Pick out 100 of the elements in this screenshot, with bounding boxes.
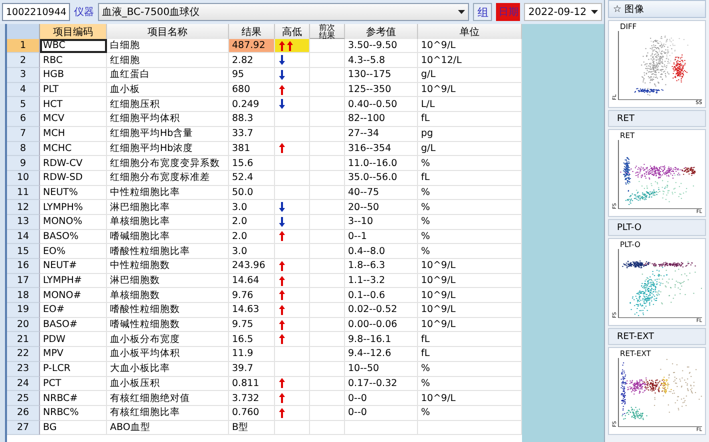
- down-arrow-icon: [279, 216, 285, 227]
- table-cell: 单核细胞数: [107, 288, 229, 304]
- column-header[interactable]: 单位: [418, 24, 522, 40]
- table-cell: MONO#: [40, 288, 107, 304]
- date-label: 日期: [496, 3, 520, 21]
- plot-header[interactable]: RET: [608, 110, 706, 127]
- row-number[interactable]: 21: [7, 332, 40, 348]
- table-cell: fL: [418, 347, 522, 362]
- row-number[interactable]: 17: [7, 274, 40, 288]
- table-cell: [310, 112, 345, 127]
- table-cell: 0--1: [345, 230, 418, 244]
- group-button[interactable]: 组: [473, 3, 492, 21]
- table-cell: 白细胞: [107, 38, 229, 54]
- row-number[interactable]: 20: [7, 318, 40, 332]
- table-cell: 红细胞平均Hb浓度: [107, 142, 229, 156]
- table-cell: 0.249: [229, 97, 275, 112]
- up-arrow-icon: [279, 378, 285, 388]
- table-cell: [310, 186, 345, 200]
- table-cell: 红细胞分布宽度变异系数: [107, 156, 229, 171]
- row-number[interactable]: 25: [7, 391, 40, 406]
- table-cell: 95: [229, 68, 275, 83]
- dropdown-caret-icon: [591, 10, 598, 14]
- row-number[interactable]: 10: [7, 170, 40, 186]
- table-cell: fL: [418, 112, 522, 127]
- table-cell: 中性粒细胞数: [107, 259, 229, 274]
- table-cell: 血小板压积: [107, 376, 229, 392]
- table-cell: %: [418, 244, 522, 259]
- row-number[interactable]: 2: [7, 53, 40, 68]
- table-cell: 红细胞: [107, 53, 229, 68]
- row-number[interactable]: 13: [7, 214, 40, 230]
- table-cell: [310, 170, 345, 186]
- table-cell: 125--350: [345, 82, 418, 98]
- table-cell: 嗜酸性粒细胞数: [107, 303, 229, 318]
- up-arrow-icon: [279, 260, 285, 271]
- down-arrow-icon: [279, 202, 285, 212]
- table-cell: g/L: [418, 142, 522, 156]
- plot-header[interactable]: PLT-O: [608, 219, 706, 236]
- row-number[interactable]: 8: [7, 142, 40, 156]
- row-number[interactable]: 7: [7, 126, 40, 142]
- up-arrow-icon: [279, 334, 285, 344]
- up-arrow-icon: [279, 320, 285, 330]
- row-number[interactable]: 18: [7, 288, 40, 304]
- column-header[interactable]: 高低: [275, 24, 310, 40]
- row-number[interactable]: 27: [7, 420, 40, 436]
- up-arrow-icon: [279, 40, 285, 51]
- row-number[interactable]: 11: [7, 186, 40, 200]
- table-cell: 0.02--0.52: [345, 303, 418, 318]
- table-cell: 52.4: [229, 170, 275, 186]
- table-cell: %: [418, 376, 522, 392]
- column-header[interactable]: 项目编码: [40, 24, 107, 40]
- row-number[interactable]: 4: [7, 82, 40, 98]
- row-number[interactable]: 6: [7, 112, 40, 127]
- table-cell: 15.6: [229, 156, 275, 171]
- row-number[interactable]: 9: [7, 156, 40, 171]
- table-cell: 0.00--0.06: [345, 318, 418, 332]
- table-cell: 680: [229, 82, 275, 98]
- table-cell: 嗜碱性粒细胞数: [107, 318, 229, 332]
- plot-header[interactable]: RET-EXT: [608, 328, 706, 345]
- column-header[interactable]: 参考值: [345, 24, 418, 40]
- table-cell: 10^12/L: [418, 53, 522, 68]
- row-number[interactable]: 3: [7, 68, 40, 83]
- table-cell: 0.1--0.6: [345, 288, 418, 304]
- instrument-dropdown[interactable]: 血液_BC-7500血球仪: [98, 3, 470, 21]
- table-cell: 3.50--9.50: [345, 38, 418, 54]
- table-cell: MPV: [40, 347, 107, 362]
- table-corner: [7, 24, 40, 40]
- table-cell: [310, 126, 345, 142]
- table-cell: 0--0: [345, 406, 418, 421]
- table-cell: 1.1--3.2: [345, 274, 418, 288]
- row-number[interactable]: 15: [7, 244, 40, 259]
- table-cell: fL: [418, 332, 522, 348]
- row-number[interactable]: 5: [7, 97, 40, 112]
- down-arrow-icon: [279, 55, 285, 66]
- column-header[interactable]: 项目名称: [107, 24, 229, 40]
- table-cell: 9.76: [229, 288, 275, 304]
- table-cell: BG: [40, 420, 107, 436]
- table-cell: 4.3--5.8: [345, 53, 418, 68]
- sample-id-field[interactable]: 1002210944: [2, 3, 70, 21]
- row-number[interactable]: 23: [7, 362, 40, 376]
- row-number[interactable]: 12: [7, 200, 40, 215]
- table-cell: fL: [418, 170, 522, 186]
- table-cell: %: [418, 156, 522, 171]
- row-number[interactable]: 22: [7, 347, 40, 362]
- row-number[interactable]: 19: [7, 303, 40, 318]
- row-number[interactable]: 26: [7, 406, 40, 421]
- row-number[interactable]: 1: [7, 38, 40, 54]
- row-number[interactable]: 24: [7, 376, 40, 392]
- row-number[interactable]: 16: [7, 259, 40, 274]
- column-header[interactable]: 结果: [229, 24, 275, 40]
- panel-title: ☆ 图像: [608, 0, 706, 18]
- date-picker[interactable]: 2022-09-12: [524, 3, 602, 21]
- up-arrow-icon: [279, 143, 285, 154]
- row-number[interactable]: 14: [7, 230, 40, 244]
- table-cell: 3.732: [229, 391, 275, 406]
- table-cell: BASO#: [40, 318, 107, 332]
- table-cell: [310, 347, 345, 362]
- table-cell: 嗜酸性粒细胞比率: [107, 244, 229, 259]
- table-cell: NRBC#: [40, 391, 107, 406]
- table-cell: NEUT%: [40, 186, 107, 200]
- table-cell: LYMPH%: [40, 200, 107, 215]
